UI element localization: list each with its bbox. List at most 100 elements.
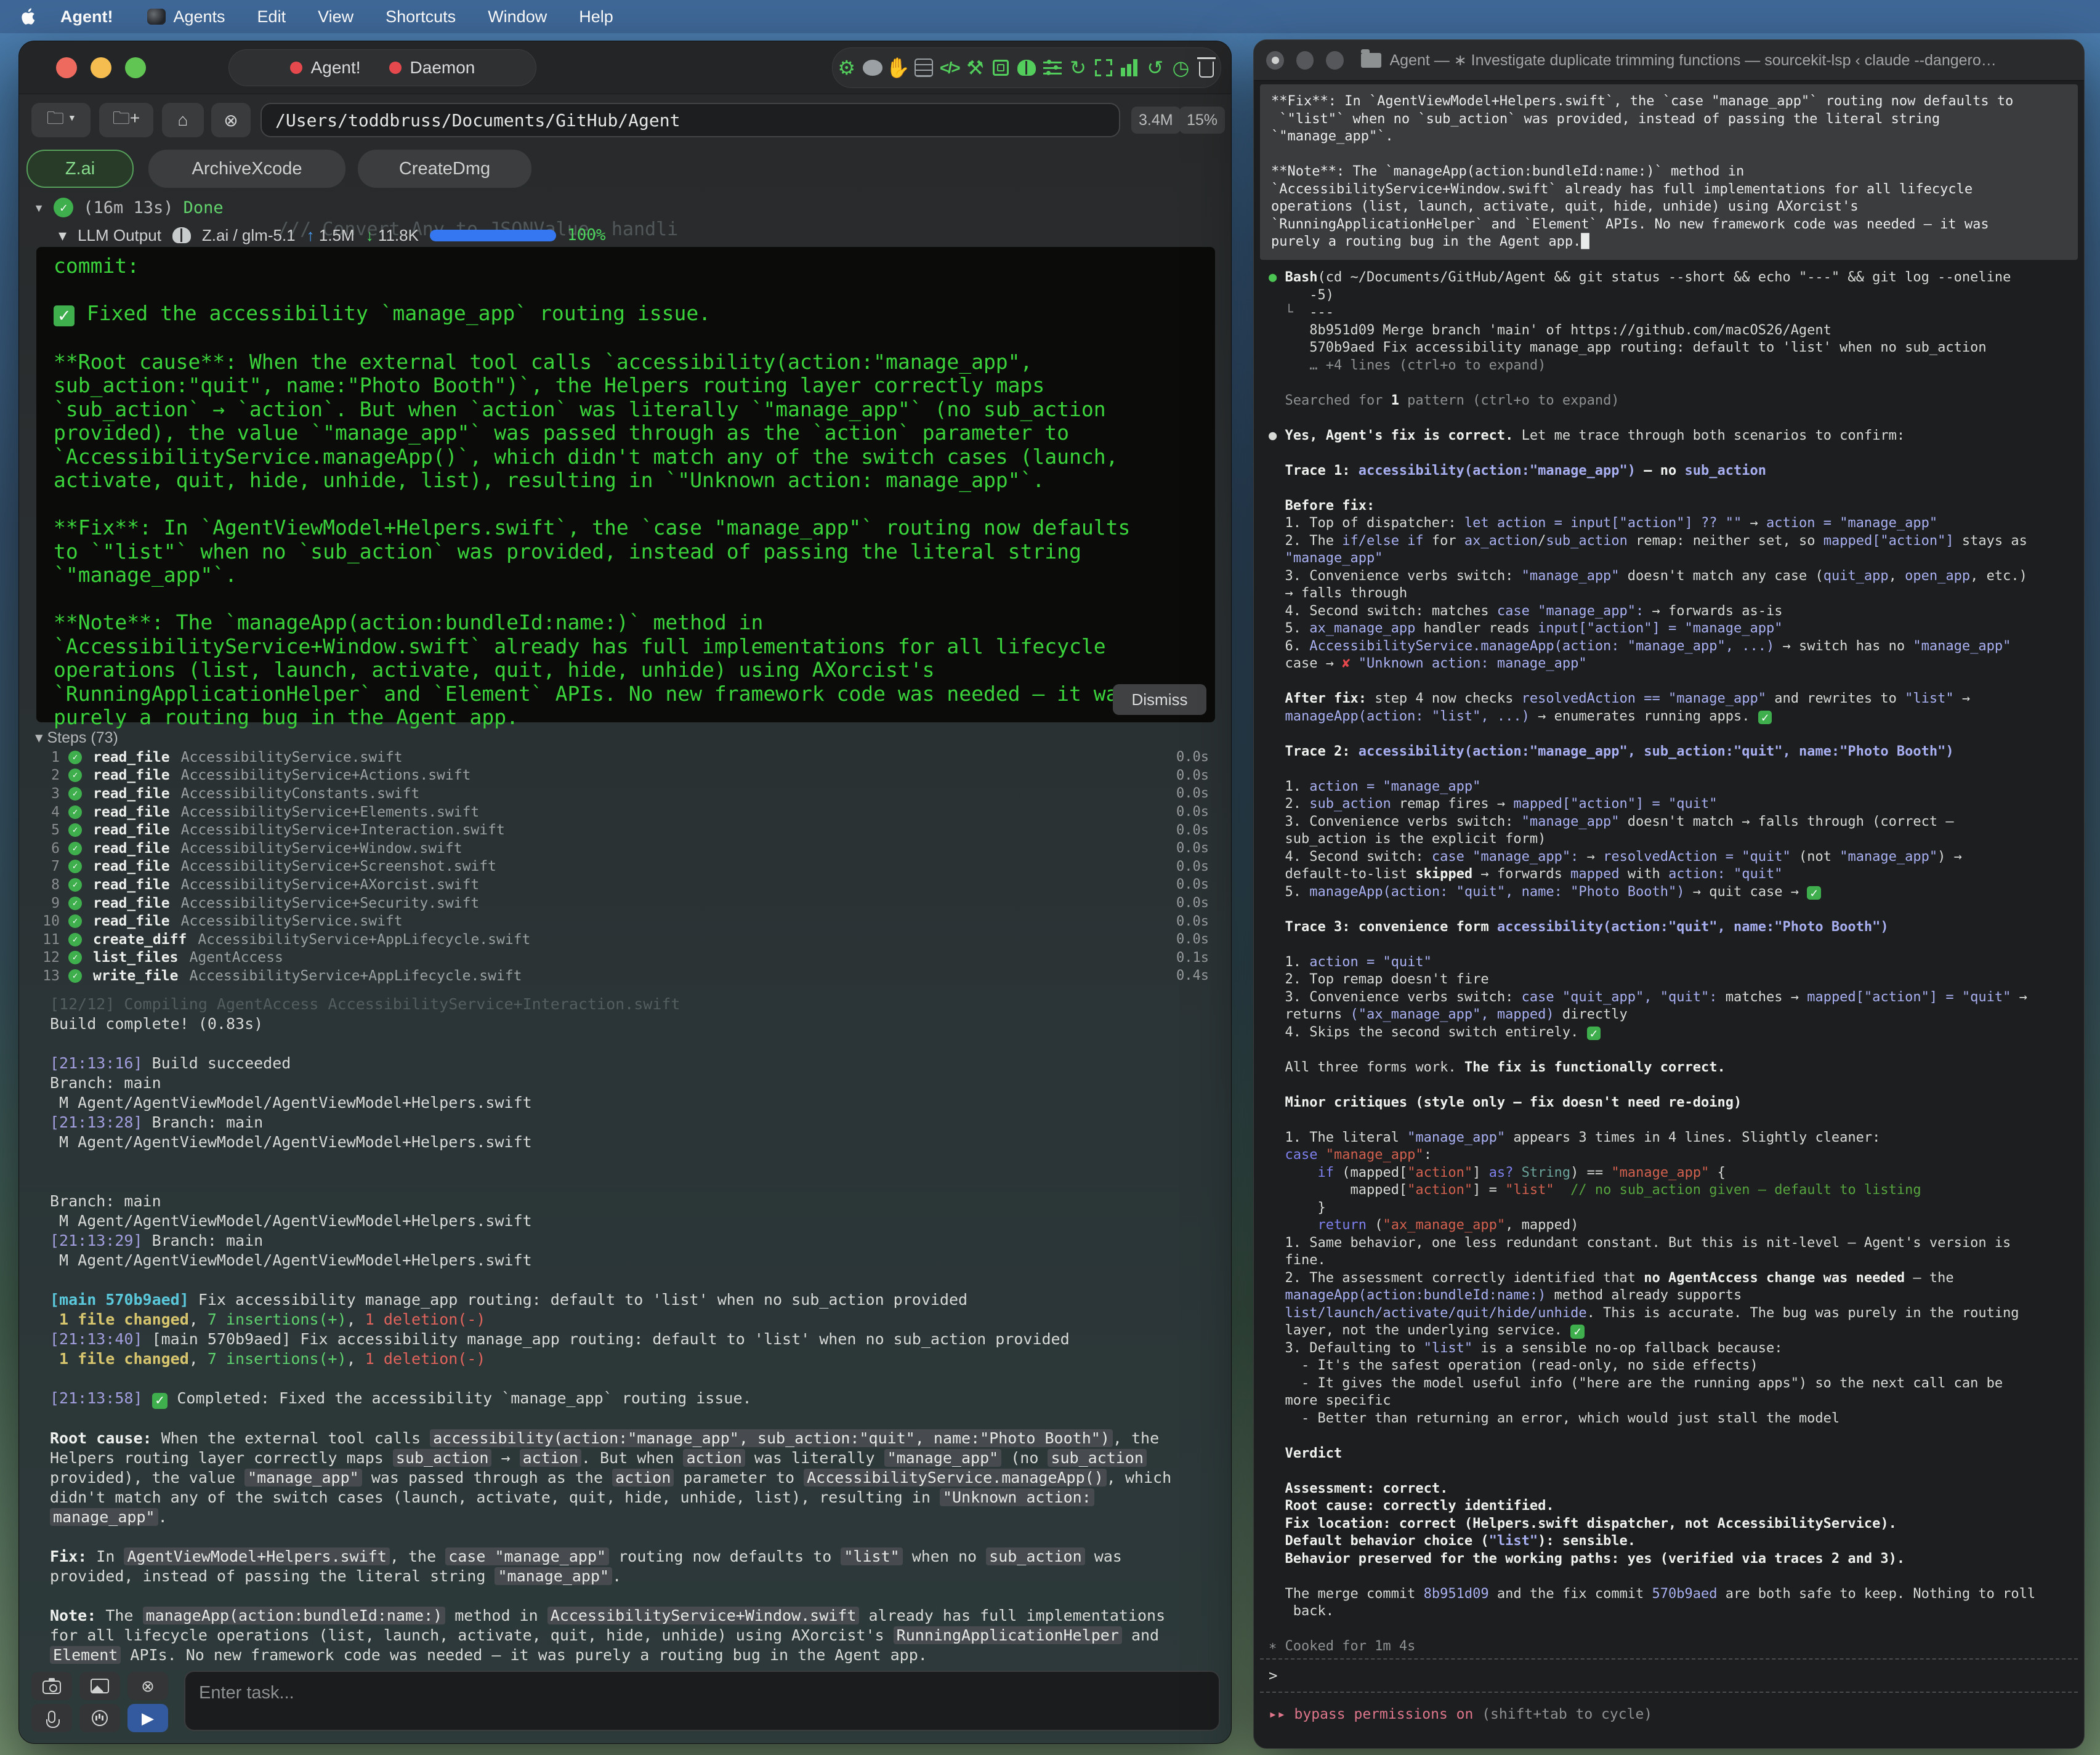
step-row[interactable]: 10✓read_fileAccessibilityService.swift0.… bbox=[19, 912, 1232, 930]
text-line: … +4 lines (ctrl+o to expand) bbox=[1269, 357, 2075, 375]
run-duration: (16m 13s) bbox=[83, 198, 173, 217]
step-row[interactable]: 9✓read_fileAccessibilityService+Security… bbox=[19, 894, 1232, 913]
task-input[interactable] bbox=[184, 1671, 1220, 1731]
scan-frame-icon[interactable] bbox=[1092, 56, 1115, 79]
text-line: Minor critiques (style only — fix doesn'… bbox=[1269, 1094, 2075, 1112]
step-row[interactable]: 12✓list_filesAgentAccess0.1s bbox=[19, 949, 1232, 967]
step-row[interactable]: 7✓read_fileAccessibilityService+Screensh… bbox=[19, 858, 1232, 876]
text-line: 5. manageApp(action: "quit", name: "Phot… bbox=[1269, 884, 2075, 902]
terminal-prompt[interactable]: > bbox=[1260, 1658, 2078, 1693]
run-status-row[interactable]: ▾ ✓ (16m 13s) Done bbox=[34, 198, 224, 217]
text-line: **Root cause**: When the external tool c… bbox=[54, 350, 1198, 374]
tab-createdmg[interactable]: CreateDmg bbox=[358, 150, 531, 188]
step-row[interactable]: 4✓read_fileAccessibilityService+Elements… bbox=[19, 803, 1232, 821]
text-line: Helpers routing layer correctly maps sub… bbox=[50, 1448, 1226, 1468]
home-button[interactable]: ⌂ bbox=[162, 103, 204, 137]
text-line: 1. Top of dispatcher: let action = input… bbox=[1269, 515, 2075, 533]
menu-item-window[interactable]: Window bbox=[488, 7, 547, 26]
clear-button[interactable]: ⊗ bbox=[127, 1672, 168, 1700]
text-line: Assessment: correct. bbox=[1269, 1480, 2075, 1498]
step-row[interactable]: 8✓read_fileAccessibilityService+AXorcist… bbox=[19, 876, 1232, 894]
step-check-icon: ✓ bbox=[68, 969, 87, 983]
menu-item-agents[interactable]: Agents bbox=[173, 7, 225, 26]
upload-arrow-icon: ↑ bbox=[307, 226, 315, 244]
tab-z.ai[interactable]: Z.ai bbox=[26, 150, 134, 188]
step-row[interactable]: 5✓read_fileAccessibilityService+Interact… bbox=[19, 821, 1232, 839]
path-field[interactable]: /Users/toddbruss/Documents/GitHub/Agent bbox=[260, 103, 1120, 137]
task-input-row: ⊗▶ bbox=[19, 1671, 1231, 1733]
step-row[interactable]: 2✓read_fileAccessibilityService+Actions.… bbox=[19, 767, 1232, 785]
minimize-button[interactable] bbox=[1296, 51, 1314, 70]
step-row[interactable]: 6✓read_fileAccessibilityService+Window.s… bbox=[19, 839, 1232, 858]
apple-menu-icon[interactable] bbox=[21, 7, 37, 26]
text-line: All three forms work. The fix is functio… bbox=[1269, 1059, 2075, 1077]
trash-icon[interactable] bbox=[1195, 56, 1218, 79]
tools-icon[interactable]: ⚒ bbox=[964, 56, 987, 79]
llm-output-terminal: commit: ✓ Fixed the accessibility `manag… bbox=[36, 247, 1215, 722]
microphone-button[interactable] bbox=[31, 1704, 72, 1732]
bar-chart-icon[interactable] bbox=[1118, 56, 1141, 79]
menu-item-view[interactable]: View bbox=[318, 7, 353, 26]
chip-icon[interactable] bbox=[989, 56, 1012, 79]
brain-icon[interactable] bbox=[1015, 56, 1038, 79]
text-line: operations (list, launch, activate, quit… bbox=[54, 658, 1198, 682]
server-stack-icon[interactable] bbox=[912, 56, 935, 79]
text-line: `sub_action` → `action`. But when `actio… bbox=[54, 398, 1198, 422]
history-clock-icon[interactable]: ◷ bbox=[1169, 56, 1193, 79]
text-line: **Note**: The `manageApp(action:bundleId… bbox=[1271, 163, 2067, 181]
run-task-button[interactable]: ▶ bbox=[127, 1704, 168, 1732]
text-line: Branch: main bbox=[50, 1073, 1226, 1093]
menu-app-name[interactable]: Agent! bbox=[60, 7, 113, 26]
folder-menu-button[interactable]: 🗀 ▾ bbox=[31, 103, 91, 137]
tab-archivexcode[interactable]: ArchiveXcode bbox=[148, 150, 345, 188]
step-row[interactable]: 3✓read_fileAccessibilityConstants.swift0… bbox=[19, 785, 1232, 803]
text-line: - It's the safest operation (read-only, … bbox=[1269, 1357, 2075, 1375]
text-line: 1. The literal "manage_app" appears 3 ti… bbox=[1269, 1129, 2075, 1147]
step-check-icon: ✓ bbox=[68, 842, 87, 855]
new-folder-button[interactable]: 🗀+ bbox=[99, 103, 153, 137]
text-line bbox=[1269, 1041, 2075, 1059]
menu-item-edit[interactable]: Edit bbox=[257, 7, 286, 26]
step-row[interactable]: 1✓read_fileAccessibilityService.swift0.0… bbox=[19, 748, 1232, 767]
stop-hand-icon[interactable]: ✋ bbox=[886, 56, 910, 79]
step-row[interactable]: 11✓create_diffAccessibilityService+AppLi… bbox=[19, 930, 1232, 949]
text-line: `RunningApplicationHelper` and `Element`… bbox=[1271, 216, 2067, 234]
close-button[interactable] bbox=[56, 57, 77, 78]
text-line: Searched for 1 pattern (ctrl+o to expand… bbox=[1269, 392, 2075, 410]
screenshot-camera-button[interactable] bbox=[31, 1672, 72, 1700]
chat-bubble-icon[interactable] bbox=[861, 56, 884, 79]
text-line: 1. action = "manage_app" bbox=[1269, 778, 2075, 796]
bypass-permissions-status[interactable]: ▸▸ bypass permissions on (shift+tab to c… bbox=[1269, 1706, 1652, 1722]
zoom-button[interactable] bbox=[1326, 51, 1344, 70]
status-item-agent[interactable]: Agent! bbox=[290, 58, 361, 78]
step-row[interactable]: 13✓write_fileAccessibilityService+AppLif… bbox=[19, 967, 1232, 985]
minimize-button[interactable] bbox=[91, 57, 111, 78]
step-check-icon: ✓ bbox=[68, 823, 87, 837]
clear-path-button[interactable]: ⊗ bbox=[211, 103, 251, 137]
text-line: Trace 3: convenience form accessibility(… bbox=[1269, 919, 2075, 937]
agent-daemon-pill[interactable]: Agent! Daemon bbox=[228, 49, 536, 86]
voice-wave-button[interactable] bbox=[79, 1704, 120, 1732]
text-line: 2. sub_action remap fires → mapped["acti… bbox=[1269, 796, 2075, 813]
code-icon[interactable]: </> bbox=[938, 56, 961, 79]
dismiss-button[interactable]: Dismiss bbox=[1113, 684, 1206, 715]
llm-output-header[interactable]: ▾ LLM Output Z.ai / glm-5.1 ↑ 1.5M ↓ 11.… bbox=[59, 224, 606, 247]
context-progress-bar bbox=[430, 230, 556, 241]
menu-item-shortcuts[interactable]: Shortcuts bbox=[386, 7, 456, 26]
menu-item-help[interactable]: Help bbox=[579, 7, 613, 26]
text-line: ● Bash(cd ~/Documents/GitHub/Agent && gi… bbox=[1269, 269, 2075, 287]
undo-icon[interactable]: ↺ bbox=[1144, 56, 1167, 79]
text-line bbox=[1269, 410, 2075, 427]
photo-library-button[interactable] bbox=[79, 1672, 120, 1700]
text-line: Trace 1: accessibility(action:"manage_ap… bbox=[1269, 462, 2075, 480]
sync-icon[interactable]: ↻ bbox=[1067, 56, 1090, 79]
settings-gears-icon[interactable]: ⚙ bbox=[835, 56, 858, 79]
zoom-button[interactable] bbox=[125, 57, 146, 78]
text-line: } bbox=[1269, 1200, 2075, 1217]
sliders-icon[interactable] bbox=[1041, 56, 1064, 79]
status-item-daemon[interactable]: Daemon bbox=[389, 58, 475, 78]
steps-header[interactable]: ▾ Steps (73) bbox=[35, 728, 118, 747]
text-line bbox=[54, 493, 1198, 517]
text-line: `AccessibilityService+Window.swift` alre… bbox=[1271, 181, 2067, 199]
close-button[interactable] bbox=[1266, 51, 1284, 70]
